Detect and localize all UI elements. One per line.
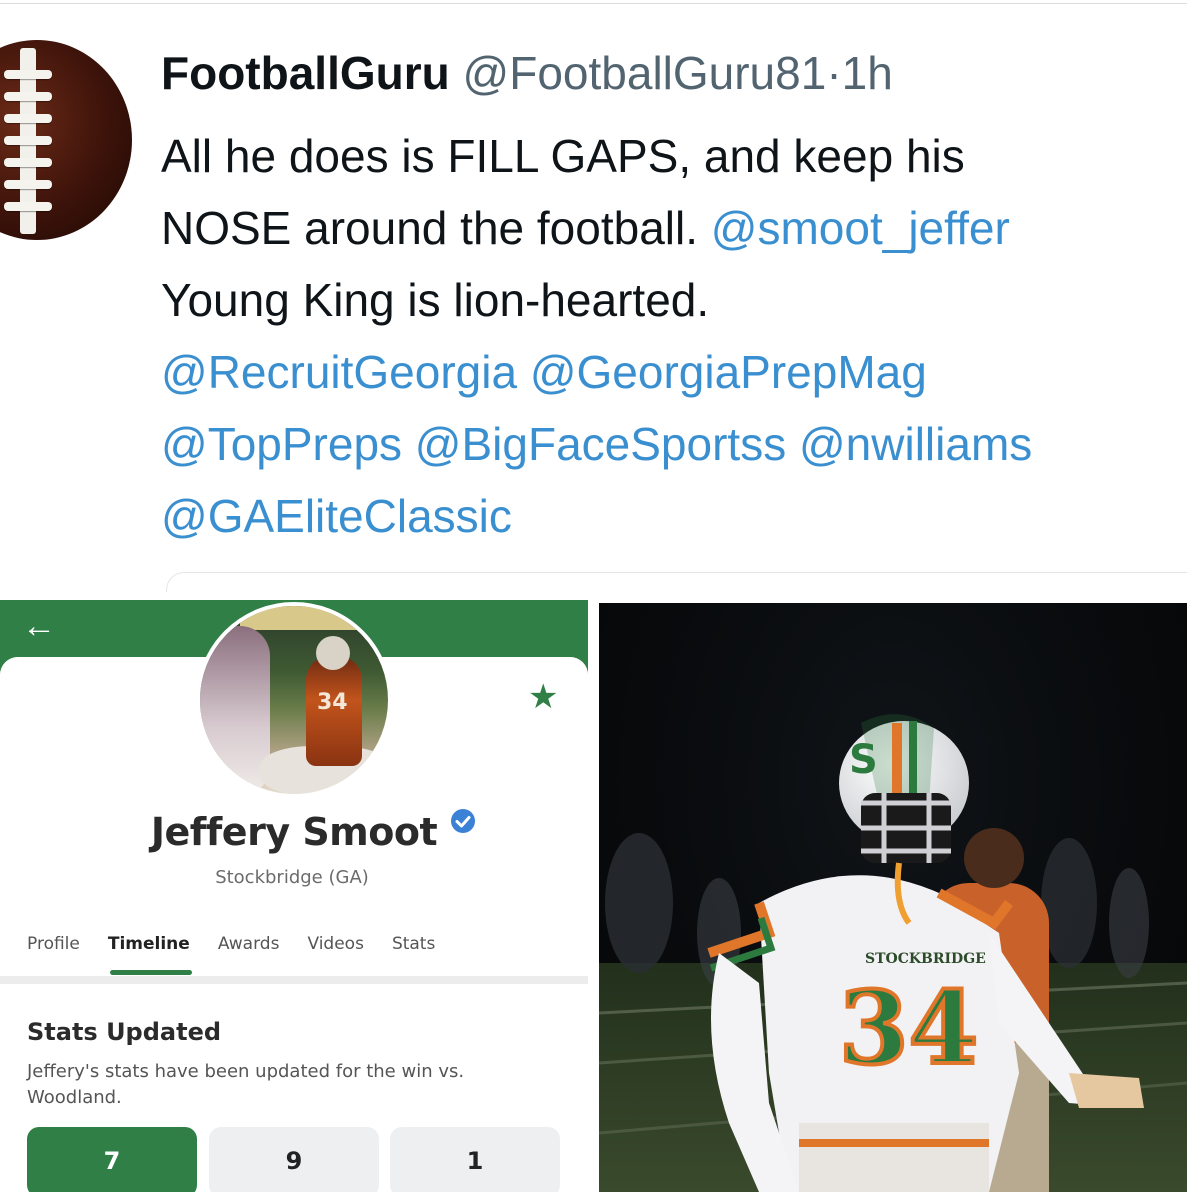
helmet-graphic	[316, 636, 350, 670]
profile-tabs: Profile Timeline Awards Videos Stats	[27, 934, 463, 975]
post-title: Stats Updated	[27, 1018, 222, 1046]
tab-videos[interactable]: Videos	[307, 934, 364, 964]
timestamp[interactable]: 1h	[842, 47, 893, 99]
tweet-header: FootballGuru @FootballGuru81·1h	[161, 45, 893, 101]
location-text: Stockbridge (GA)	[215, 867, 369, 888]
mention-links[interactable]: @RecruitGeorgia @GeorgiaPrepMag	[161, 336, 1032, 408]
action-photo: 34 STOCKBRIDGE S	[599, 603, 1187, 1192]
section-divider	[0, 976, 588, 984]
football-lace	[4, 180, 52, 189]
tab-label: Stats	[391, 934, 436, 954]
mention-link[interactable]: @smoot_jeffer	[711, 202, 1010, 254]
tab-label: Profile	[27, 934, 80, 954]
stat-box[interactable]: 9	[209, 1127, 379, 1192]
stat-box[interactable]: 7	[27, 1127, 197, 1192]
page-title: Jeffery Smoot	[150, 810, 438, 854]
tab-label: Awards	[217, 934, 280, 954]
reply-box-edge	[166, 572, 1187, 592]
back-arrow-icon[interactable]: ←	[22, 608, 58, 644]
divider	[0, 3, 1187, 4]
football-lace	[4, 114, 52, 123]
tweet-line: All he does is FILL GAPS, and keep his	[161, 130, 965, 182]
scoreboard-graphic	[240, 606, 360, 630]
tab-label: Videos	[307, 934, 364, 954]
jersey-number: 34	[839, 969, 978, 1087]
tweet-body: All he does is FILL GAPS, and keep his N…	[161, 120, 1032, 552]
tab-profile[interactable]: Profile	[27, 934, 80, 964]
stat-box[interactable]: 1	[390, 1127, 560, 1192]
profile-screen: ← 34 ★ Jeffery Smoot Stockbridge (GA) Pr…	[0, 600, 588, 1192]
mention-links[interactable]: @GAEliteClassic	[161, 480, 1032, 552]
tab-label: Timeline	[107, 934, 190, 954]
tab-timeline[interactable]: Timeline	[107, 934, 192, 975]
user-handle[interactable]: @FootballGuru81	[463, 47, 827, 99]
tweet-line: Young King is lion-hearted.	[161, 274, 710, 326]
football-lace	[4, 202, 52, 211]
football-lace	[4, 136, 52, 145]
football-lace	[4, 70, 52, 79]
football-lace	[4, 158, 52, 167]
avatar[interactable]: 34	[196, 602, 392, 798]
stat-boxes: 7 9 1	[27, 1127, 567, 1192]
football-player-photo: 34 STOCKBRIDGE S	[599, 714, 1187, 1192]
tweet-text: NOSE around the football.	[161, 202, 698, 254]
jersey-number: 34	[317, 690, 348, 715]
tab-awards[interactable]: Awards	[218, 934, 280, 964]
display-name[interactable]: FootballGuru	[161, 47, 450, 99]
post-text: Jeffery's stats have been updated for th…	[27, 1061, 465, 1108]
jersey-text: STOCKBRIDGE	[865, 951, 986, 967]
svg-text:S: S	[849, 737, 878, 783]
verified-icon	[451, 809, 475, 833]
football-lace	[4, 92, 52, 101]
separator: ·	[826, 47, 842, 99]
active-tab-indicator	[109, 970, 192, 975]
football-avatar[interactable]	[0, 40, 132, 240]
crowd-graphic	[200, 626, 270, 794]
tweet-line: NOSE around the football. @smoot_jeffer	[161, 192, 1032, 264]
tab-stats[interactable]: Stats	[392, 934, 435, 964]
star-icon[interactable]: ★	[528, 680, 558, 714]
mention-links[interactable]: @TopPreps @BigFaceSportss @nwilliams	[161, 408, 1032, 480]
tweet-card[interactable]: FootballGuru @FootballGuru81·1h All he d…	[0, 0, 1187, 592]
